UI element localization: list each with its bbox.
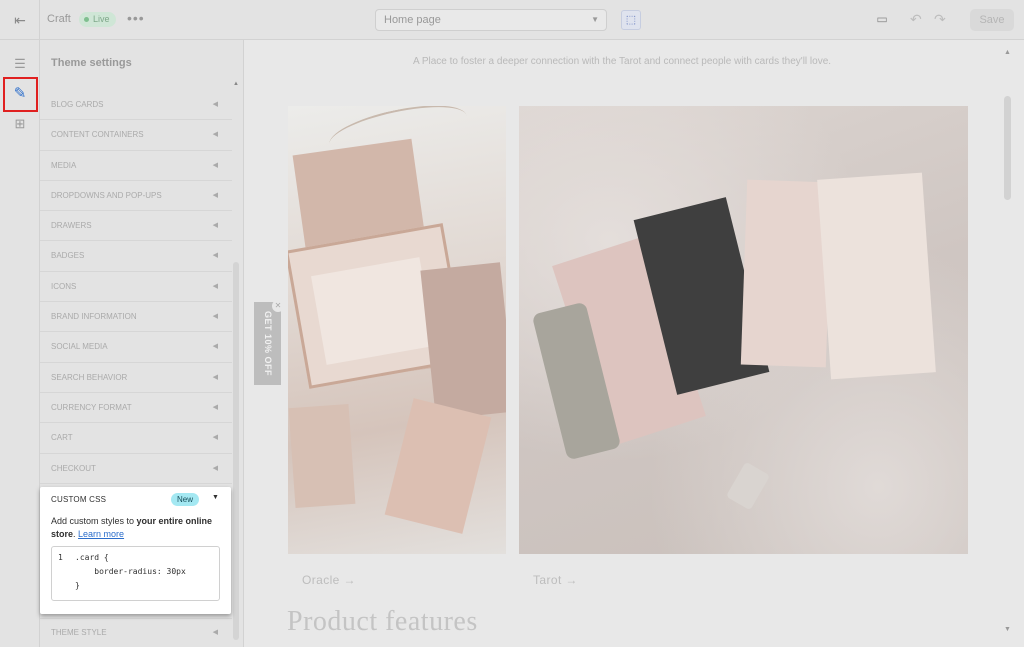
- live-status-badge: Live: [79, 12, 116, 27]
- oracle-card-shape: [288, 404, 356, 508]
- oracle-card-shape: [384, 398, 492, 534]
- redo-icon[interactable]: ↷: [934, 11, 946, 28]
- chevron-down-icon: ▼: [591, 15, 599, 24]
- card-stack-shape: [311, 257, 435, 365]
- settings-item-theme-style[interactable]: THEME STYLE ◀: [40, 618, 232, 646]
- more-actions-button[interactable]: •••: [127, 10, 145, 26]
- settings-item-label: SEARCH BEHAVIOR: [51, 372, 128, 382]
- caret-left-icon: ◀: [212, 191, 218, 199]
- theme-settings-icon[interactable]: ✎: [12, 86, 28, 102]
- settings-item-media[interactable]: MEDIA ◀: [40, 151, 232, 181]
- caret-left-icon: ◀: [212, 629, 218, 636]
- oracle-collection-image[interactable]: [288, 106, 506, 554]
- editor-rail: ☰ ✎ ⊞: [0, 40, 40, 647]
- storefront-preview: A Place to foster a deeper connection wi…: [244, 40, 1024, 647]
- settings-item-label: CONTENT CONTAINERS: [51, 130, 144, 140]
- promo-tab-label[interactable]: GET 10% OFF: [256, 307, 279, 380]
- code-line: border-radius: 30px: [75, 567, 186, 576]
- settings-item-brand-information[interactable]: BRAND INFORMATION ◀: [40, 302, 232, 333]
- caret-left-icon: ◀: [212, 464, 218, 472]
- caret-left-icon: ◀: [212, 403, 218, 411]
- code-line: .card {: [75, 553, 109, 562]
- code-line: }: [75, 581, 80, 590]
- settings-item-label: BRAND INFORMATION: [51, 312, 137, 322]
- settings-list: BLOG CARDS ◀ CONTENT CONTAINERS ◀ MEDIA ◀ D…: [40, 90, 232, 484]
- new-badge: New: [171, 493, 200, 506]
- line-number: 1: [58, 553, 63, 562]
- caret-left-icon: ◀: [212, 161, 218, 169]
- settings-item-dropdowns[interactable]: DROPDOWNS AND POP-UPS ◀: [40, 181, 232, 212]
- section-heading: Product features: [287, 606, 478, 637]
- settings-item-blog-cards[interactable]: BLOG CARDS ◀: [40, 90, 232, 121]
- caret-left-icon: ◀: [212, 434, 218, 442]
- caret-left-icon: ◀: [212, 373, 218, 381]
- caret-left-icon: ◀: [212, 252, 218, 260]
- exit-icon[interactable]: ⇤: [11, 11, 29, 29]
- caret-left-icon: ◀: [212, 101, 218, 108]
- settings-item-label: BADGES: [51, 251, 85, 261]
- settings-item-label: ICONS: [51, 281, 77, 291]
- css-code-editor[interactable]: 1 .card { border-radius: 30px }: [51, 546, 220, 601]
- settings-item-label: BLOG CARDS: [51, 100, 104, 109]
- settings-item-label: THEME STYLE: [51, 628, 107, 637]
- store-tagline: A Place to foster a deeper connection wi…: [412, 56, 832, 67]
- page-selector[interactable]: Home page ▼: [375, 9, 607, 31]
- custom-css-description: Add custom styles to your entire online …: [51, 515, 226, 541]
- caret-left-icon: ◀: [212, 313, 218, 321]
- save-button[interactable]: Save: [970, 9, 1014, 31]
- close-icon[interactable]: ✕: [272, 300, 284, 312]
- device-preview-icon[interactable]: ▭: [874, 12, 890, 26]
- description-prefix: Add custom styles to: [51, 516, 137, 526]
- tarot-card-cream-shape: [817, 172, 936, 380]
- caret-left-icon: ◀: [212, 222, 218, 230]
- settings-item-drawers[interactable]: DRAWERS ◀: [40, 211, 232, 242]
- settings-item-currency-format[interactable]: CURRENCY FORMAT ◀: [40, 393, 232, 424]
- top-bar-divider: [39, 0, 40, 40]
- custom-css-section: CUSTOM CSS New ▼ Add custom styles to yo…: [40, 487, 231, 614]
- settings-item-icons[interactable]: ICONS ◀: [40, 272, 232, 303]
- settings-item-label: SOCIAL MEDIA: [51, 342, 108, 352]
- settings-item-label: CART: [51, 433, 73, 443]
- settings-item-content-containers[interactable]: CONTENT CONTAINERS ◀: [40, 120, 232, 151]
- top-bar: ⇤ Craft Live ••• Home page ▼ ⬚ ▭ ↶ ↷ Sav…: [0, 0, 1024, 40]
- sections-icon[interactable]: ☰: [12, 56, 28, 72]
- settings-item-search-behavior[interactable]: SEARCH BEHAVIOR ◀: [40, 363, 232, 393]
- learn-more-link[interactable]: Learn more: [78, 529, 124, 539]
- preview-scrollbar[interactable]: [1004, 96, 1011, 200]
- settings-item-label: CHECKOUT: [51, 463, 96, 473]
- settings-item-label: DRAWERS: [51, 221, 92, 231]
- settings-item-checkout[interactable]: CHECKOUT ◀: [40, 454, 232, 484]
- settings-item-cart[interactable]: CART ◀: [40, 423, 232, 454]
- tarot-collection-image[interactable]: [519, 106, 968, 554]
- theme-name: Craft: [47, 13, 71, 25]
- caret-left-icon: ◀: [212, 282, 218, 290]
- custom-css-title[interactable]: CUSTOM CSS: [51, 495, 106, 504]
- oracle-collection-link[interactable]: Oracle →: [302, 573, 356, 587]
- caret-down-icon[interactable]: ▼: [212, 494, 219, 501]
- panel-title: Theme settings: [51, 57, 132, 69]
- inspect-icon[interactable]: ⬚: [621, 10, 641, 30]
- preview-scroll-up-icon[interactable]: ▲: [1004, 49, 1011, 56]
- settings-item-label: MEDIA: [51, 160, 77, 170]
- settings-item-badges[interactable]: BADGES ◀: [40, 241, 232, 272]
- side-box-shape: [420, 262, 506, 420]
- settings-item-social-media[interactable]: SOCIAL MEDIA ◀: [40, 332, 232, 363]
- apps-icon[interactable]: ⊞: [12, 116, 28, 132]
- undo-icon[interactable]: ↶: [910, 11, 922, 28]
- settings-item-label: DROPDOWNS AND POP-UPS: [51, 190, 162, 200]
- settings-item-label: CURRENCY FORMAT: [51, 402, 132, 412]
- caret-left-icon: ◀: [212, 131, 218, 139]
- caret-left-icon: ◀: [212, 343, 218, 351]
- page-selector-label: Home page: [384, 14, 441, 26]
- preview-scroll-down-icon[interactable]: ▼: [1004, 626, 1011, 633]
- panel-scrollbar[interactable]: [233, 262, 239, 640]
- tarot-collection-link[interactable]: Tarot →: [533, 573, 578, 587]
- panel-scroll-up-icon[interactable]: ▲: [233, 81, 239, 87]
